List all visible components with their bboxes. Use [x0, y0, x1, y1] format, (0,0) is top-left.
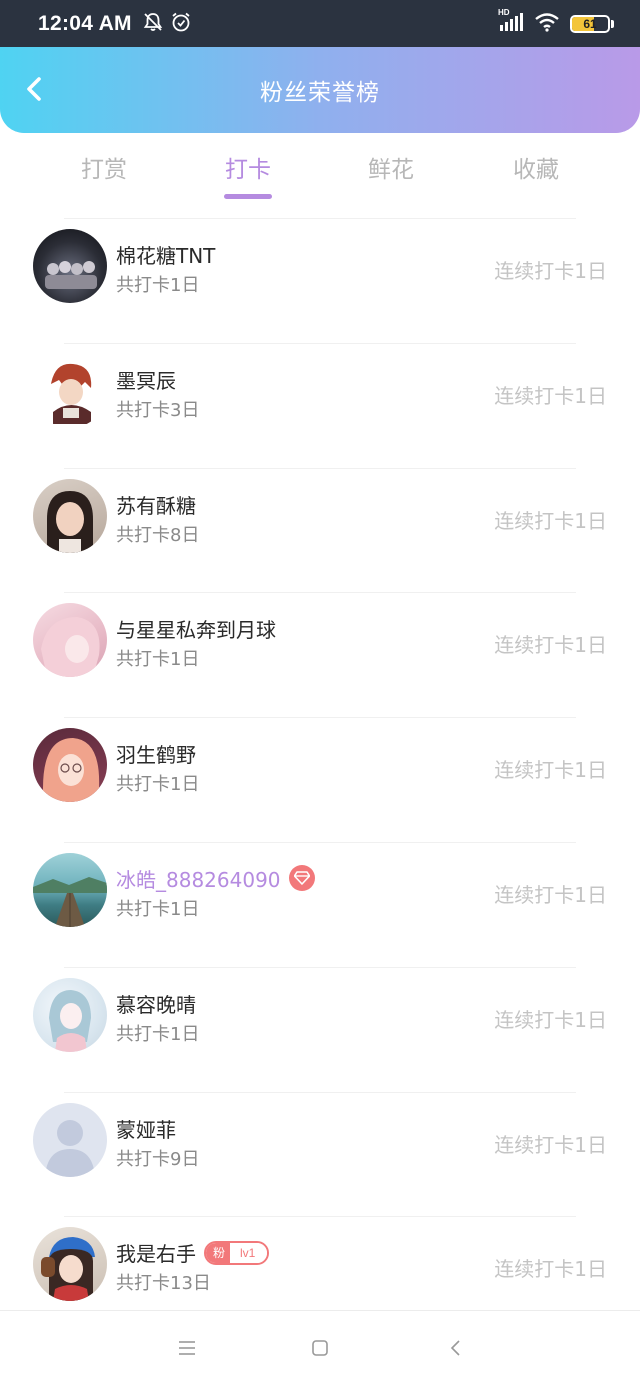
alarm-clock-icon — [170, 11, 192, 37]
status-bar: 12:04 AM HD 61 — [0, 0, 640, 47]
user-name[interactable]: 棉花糖TNT — [116, 240, 215, 269]
menu-icon — [177, 1340, 197, 1360]
fan-badge-level: lv1 — [230, 1242, 268, 1263]
name-line: 冰皓_888264090 — [116, 864, 315, 893]
battery-icon: 61 — [570, 14, 614, 33]
fan-level-badge: 粉 lv1 — [204, 1240, 270, 1265]
back-nav-button[interactable] — [440, 1335, 470, 1365]
tab-label: 打赏 — [81, 157, 127, 183]
menu-button[interactable] — [172, 1335, 202, 1365]
page-title: 粉丝荣誉榜 — [260, 80, 380, 106]
signal-icon: HD — [498, 7, 524, 37]
avatar[interactable] — [33, 478, 107, 553]
name-line: 慕容晚晴 — [116, 989, 196, 1018]
total-checkin: 共打卡3日 — [116, 399, 200, 421]
divider — [64, 592, 576, 594]
name-line: 蒙娅菲 — [116, 1114, 176, 1143]
streak-checkin: 连续打卡1日 — [494, 1007, 607, 1032]
avatar[interactable] — [33, 603, 107, 678]
tab-label: 鲜花 — [368, 157, 414, 183]
fan-badge-label: 粉 — [206, 1242, 231, 1263]
streak-checkin: 连续打卡1日 — [494, 758, 607, 783]
divider — [64, 1216, 576, 1218]
avatar[interactable] — [33, 1227, 107, 1302]
divider — [64, 467, 576, 469]
list-item[interactable]: 蒙娅菲 共打卡9日 连续打卡1日 — [0, 1091, 640, 1217]
divider — [64, 1091, 576, 1093]
home-button[interactable] — [305, 1335, 335, 1365]
avatar[interactable] — [33, 852, 107, 927]
list-item[interactable]: 冰皓_888264090 共打卡1日 连续打卡1日 — [0, 841, 640, 967]
battery-nub — [611, 19, 614, 28]
name-line: 棉花糖TNT — [116, 240, 215, 269]
tab-favorites[interactable]: 收藏 — [476, 150, 596, 200]
list-item[interactable]: 墨冥辰 共打卡3日 连续打卡1日 — [0, 342, 640, 468]
tab-reward[interactable]: 打赏 — [44, 150, 164, 200]
battery-level: 61 — [583, 16, 597, 31]
avatar[interactable] — [33, 229, 107, 303]
avatar[interactable] — [33, 353, 107, 428]
total-checkin: 共打卡1日 — [116, 649, 200, 671]
divider — [64, 966, 576, 968]
total-checkin: 共打卡8日 — [116, 524, 200, 546]
streak-checkin: 连续打卡1日 — [494, 633, 607, 658]
user-name[interactable]: 冰皓_888264090 — [116, 864, 281, 893]
divider — [64, 218, 576, 219]
name-line: 墨冥辰 — [116, 365, 176, 394]
name-line: 我是右手 粉 lv1 — [116, 1238, 270, 1267]
total-checkin: 共打卡1日 — [116, 275, 200, 296]
user-name[interactable]: 我是右手 — [116, 1238, 196, 1267]
divider — [64, 717, 576, 719]
back-triangle-icon — [448, 1339, 462, 1361]
status-icons-right: HD 61 — [498, 7, 614, 37]
battery-body: 61 — [570, 14, 610, 33]
user-name[interactable]: 与星星私奔到月球 — [116, 614, 276, 643]
avatar[interactable] — [33, 977, 107, 1052]
wifi-icon — [534, 11, 560, 37]
tab-active-indicator — [224, 194, 272, 199]
header: 粉丝荣誉榜 — [0, 47, 640, 133]
tab-label: 收藏 — [513, 157, 559, 183]
user-name[interactable]: 苏有酥糖 — [116, 490, 196, 519]
streak-checkin: 连续打卡1日 — [494, 1257, 607, 1282]
status-time: 12:04 AM — [38, 11, 132, 35]
tab-label: 打卡 — [225, 157, 271, 183]
tab-checkin[interactable]: 打卡 — [188, 150, 308, 200]
user-name[interactable]: 慕容晚晴 — [116, 989, 196, 1018]
list-item[interactable]: 苏有酥糖 共打卡8日 连续打卡1日 — [0, 467, 640, 593]
streak-checkin: 连续打卡1日 — [494, 1132, 607, 1157]
tab-bar: 打赏 打卡 鲜花 收藏 — [0, 140, 640, 210]
hd-label: HD — [498, 7, 510, 17]
list-item[interactable]: 羽生鹤野 共打卡1日 连续打卡1日 — [0, 717, 640, 842]
fan-list: 棉花糖TNT 共打卡1日 连续打卡1日 墨冥辰 共打卡3日 连续打卡1日 苏有酥… — [0, 218, 640, 1341]
gem-icon — [288, 865, 315, 892]
divider — [64, 342, 576, 344]
user-name[interactable]: 羽生鹤野 — [116, 739, 196, 768]
default-avatar-icon[interactable] — [33, 1102, 107, 1177]
total-checkin: 共打卡1日 — [116, 898, 200, 920]
home-square-icon — [311, 1339, 329, 1361]
name-line: 苏有酥糖 — [116, 490, 196, 519]
system-nav-bar — [0, 1310, 640, 1387]
streak-checkin: 连续打卡1日 — [494, 882, 607, 907]
name-line: 与星星私奔到月球 — [116, 614, 276, 643]
streak-checkin: 连续打卡1日 — [494, 508, 607, 533]
list-item[interactable]: 与星星私奔到月球 共打卡1日 连续打卡1日 — [0, 592, 640, 717]
list-item[interactable]: 棉花糖TNT 共打卡1日 连续打卡1日 — [0, 218, 640, 343]
total-checkin: 共打卡1日 — [116, 1023, 200, 1045]
tab-flowers[interactable]: 鲜花 — [331, 150, 451, 200]
user-name[interactable]: 蒙娅菲 — [116, 1114, 176, 1143]
mute-bell-icon — [142, 11, 164, 37]
total-checkin: 共打卡1日 — [116, 774, 200, 796]
avatar[interactable] — [33, 728, 107, 803]
total-checkin: 共打卡13日 — [116, 1273, 211, 1295]
status-icons-left — [142, 11, 192, 37]
name-line: 羽生鹤野 — [116, 739, 196, 768]
list-item[interactable]: 慕容晚晴 共打卡1日 连续打卡1日 — [0, 966, 640, 1092]
divider — [64, 841, 576, 843]
streak-checkin: 连续打卡1日 — [494, 383, 607, 408]
user-name[interactable]: 墨冥辰 — [116, 365, 176, 394]
streak-checkin: 连续打卡1日 — [494, 259, 607, 283]
total-checkin: 共打卡9日 — [116, 1148, 200, 1170]
